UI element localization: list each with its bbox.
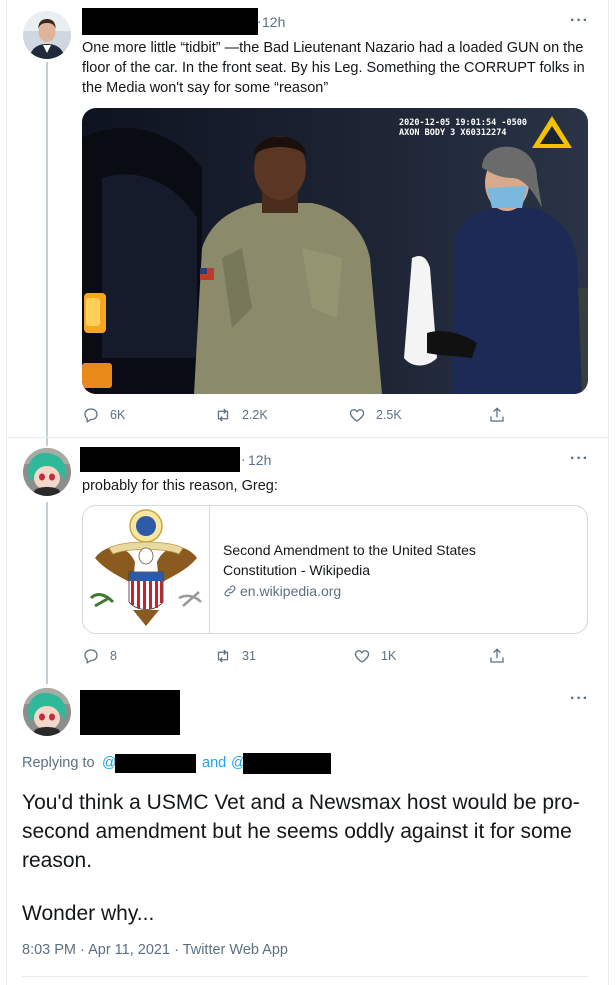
reply-count: 8 [110,649,117,663]
avatar[interactable] [23,11,71,59]
reply-button[interactable]: 6K [82,406,125,424]
more-options-icon[interactable]: ··· [570,450,589,468]
tweet-text: probably for this reason, Greg: [82,478,278,494]
reply-button[interactable]: 8 [82,647,117,665]
replying-to-label: Replying to [22,755,95,771]
and-text: and [202,755,227,771]
redacted-name [80,690,180,735]
retweet-icon [217,649,229,663]
heart-icon [349,409,365,422]
thread-line [46,62,48,446]
heart-icon [354,650,370,663]
like-button[interactable]: 1K [353,647,396,665]
dot-separator: · [241,451,246,467]
card-domain: en.wikipedia.org [240,583,342,599]
tweet-text: One more little “tidbit” —the Bad Lieute… [82,40,585,96]
tweet-meta[interactable]: 8:03 PM · Apr 11, 2021 · Twitter Web App [22,942,288,958]
great-seal-image [83,506,209,633]
card-title: Second Amendment to the United States Co… [223,542,476,578]
card-divider [209,506,210,633]
focused-tweet-text-2: Wonder why... [22,902,155,925]
focused-tweet-text: You'd think a USMC Vet and a Newsmax hos… [22,791,580,872]
avatar[interactable] [23,448,71,496]
tweet-divider [22,976,589,977]
share-button[interactable] [488,406,516,424]
redacted-mention [243,753,331,774]
link-icon [224,585,236,597]
reply-icon [84,408,98,423]
retweet-icon [217,408,229,422]
more-options-icon[interactable]: ··· [570,690,589,708]
share-icon [490,407,504,422]
redacted-mention [115,754,196,773]
share-icon [490,648,504,663]
share-button[interactable] [488,647,516,665]
reply-count: 6K [110,408,126,422]
tweet-actions: 6K 2.2K 2.5K [82,406,590,426]
retweet-count: 31 [242,649,256,663]
like-count: 2.5K [376,408,402,422]
card-thumbnail [83,506,209,633]
redacted-name [82,8,258,35]
avatar[interactable] [23,688,71,736]
replying-to: Replying to [22,755,95,771]
like-button[interactable]: 2.5K [348,406,402,424]
reply-icon [84,649,98,664]
retweet-button[interactable]: 31 [214,647,256,665]
video-timestamp-overlay: 2020-12-05 19:01:54 -0500 AXON BODY 3 X6… [399,118,527,138]
like-count: 1K [381,649,397,663]
dot-separator: · [257,13,262,29]
retweet-count: 2.2K [242,408,268,422]
tweet-actions: 8 31 1K [82,647,590,667]
card-domain-row: en.wikipedia.org [223,583,341,599]
tweet-time[interactable]: 12h [248,452,271,468]
retweet-button[interactable]: 2.2K [214,406,268,424]
thread-line [46,502,48,684]
redacted-name [80,447,240,472]
tweet-divider [6,437,609,438]
tweet-media-image[interactable]: 2020-12-05 19:01:54 -0500 AXON BODY 3 X6… [82,108,588,394]
link-card[interactable]: Second Amendment to the United States Co… [82,505,588,634]
more-options-icon[interactable]: ··· [570,12,589,30]
tweet-time[interactable]: 12h [262,14,285,30]
